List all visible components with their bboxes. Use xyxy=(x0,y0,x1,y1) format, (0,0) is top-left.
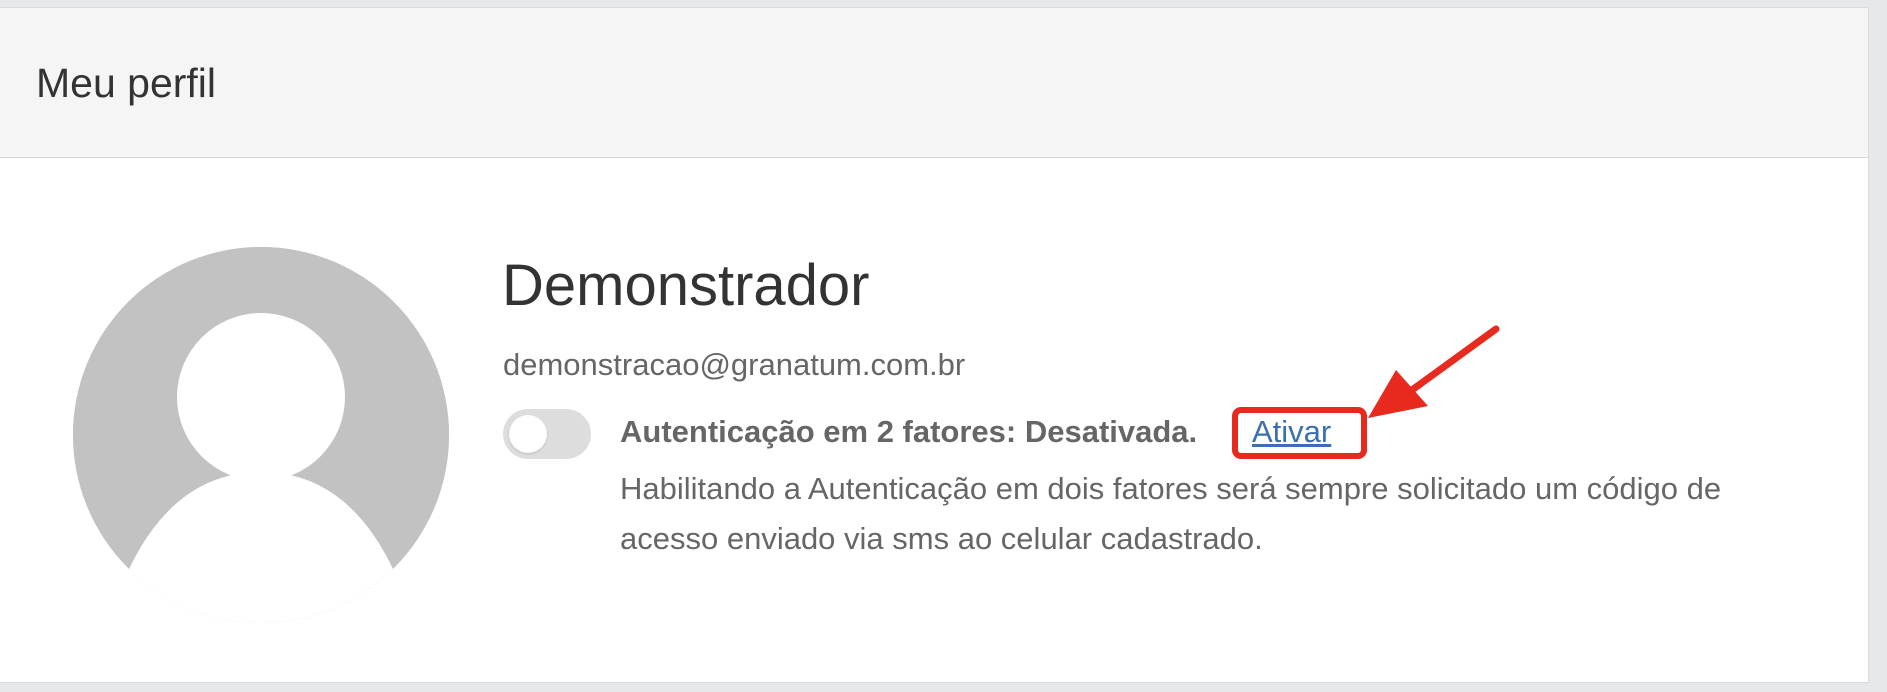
two-factor-toggle[interactable] xyxy=(503,409,591,459)
red-arrow-annotation-icon xyxy=(1368,325,1500,418)
user-name: Demonstrador xyxy=(502,253,870,318)
toggle-knob xyxy=(509,415,547,453)
page-title: Meu perfil xyxy=(36,60,217,106)
panel-header: Meu perfil xyxy=(0,8,1868,158)
profile-panel: Meu perfil Demonstrador demonstracao@gra… xyxy=(0,7,1869,683)
user-email: demonstracao@granatum.com.br xyxy=(503,347,966,382)
avatar xyxy=(73,247,449,623)
user-silhouette-icon xyxy=(73,247,449,623)
two-factor-description: Habilitando a Autenticação em dois fator… xyxy=(620,471,1722,556)
two-factor-status-line: Autenticação em 2 fatores: Desativada. xyxy=(620,414,1197,450)
two-factor-status-text: Autenticação em 2 fatores: Desativada. xyxy=(620,414,1198,449)
highlight-box-annotation xyxy=(1232,407,1367,459)
